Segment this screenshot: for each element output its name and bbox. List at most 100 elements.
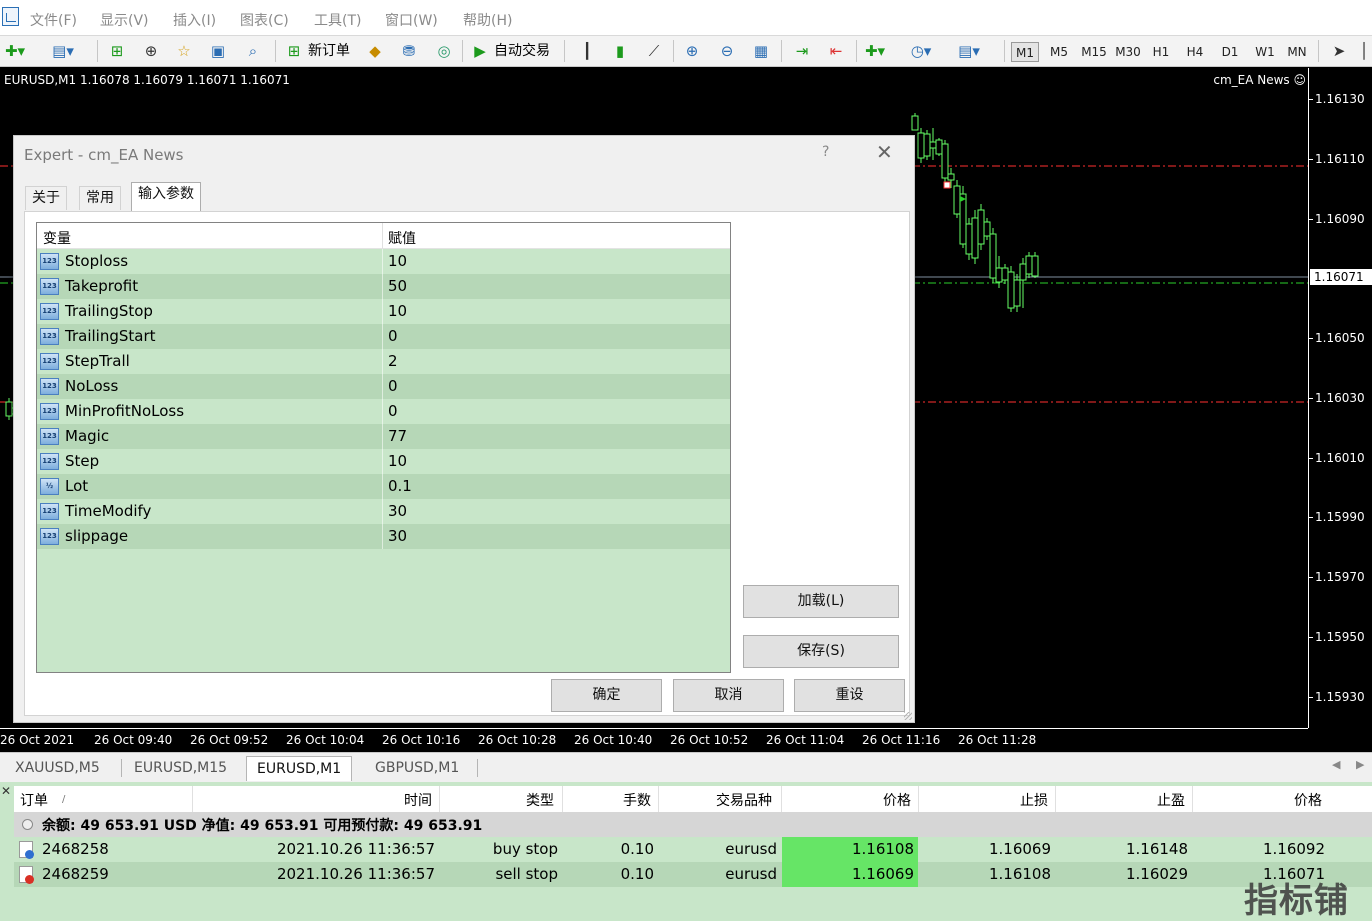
order-take-profit[interactable]: 1.16148	[1126, 840, 1188, 858]
scroll-left-icon[interactable]: ◀	[1332, 758, 1340, 771]
menu-tools[interactable]: 工具(T)	[314, 10, 361, 30]
timeframe-w1[interactable]: W1	[1251, 42, 1279, 62]
timeframe-h1[interactable]: H1	[1147, 42, 1175, 62]
new-chart-icon[interactable]: ✚▾	[4, 40, 26, 62]
navigator-icon[interactable]: ▣	[207, 40, 229, 62]
order-row[interactable]: 2468258 2021.10.26 11:36:57 buy stop 0.10 eu…	[14, 837, 1372, 862]
new-order-button[interactable]: 新订单	[308, 40, 350, 62]
param-row-takeprofit[interactable]: 123 Takeprofit 50	[37, 274, 730, 299]
param-value[interactable]: 0.1	[388, 477, 412, 495]
bar-chart-icon[interactable]: ┃	[576, 40, 598, 62]
order-row[interactable]: 2468259 2021.10.26 11:36:57 sell stop 0.10 e…	[14, 862, 1372, 887]
param-row-step[interactable]: 123 Step 10	[37, 449, 730, 474]
order-price[interactable]: 1.16069	[852, 865, 914, 883]
param-value[interactable]: 10	[388, 452, 407, 470]
timeframe-mn[interactable]: MN	[1283, 42, 1311, 62]
menu-insert[interactable]: 插入(I)	[173, 10, 216, 30]
input-parameters-table[interactable]: 变量 赋值 123 Stoploss 10 123 Takeprofit 50 123 Tra…	[36, 222, 731, 673]
column-time[interactable]: 时间	[404, 790, 432, 810]
save-button[interactable]: 保存(S)	[743, 635, 899, 668]
market-icon[interactable]: ◎	[433, 40, 455, 62]
chart-shift-icon[interactable]: ⇥	[791, 40, 813, 62]
param-value[interactable]: 30	[388, 527, 407, 545]
timeframe-m30[interactable]: M30	[1113, 42, 1143, 62]
timeframe-d1[interactable]: D1	[1216, 42, 1244, 62]
chart-tab-xauusd-m5[interactable]: XAUUSD,M5	[15, 758, 100, 780]
menu-charts[interactable]: 图表(C)	[240, 10, 289, 30]
timeframe-m5[interactable]: M5	[1045, 42, 1073, 62]
expert-advisor-label[interactable]: cm_EA News ☺	[1213, 73, 1306, 87]
chart-tab-eurusd-m1[interactable]: EURUSD,M1	[246, 756, 353, 781]
param-row-steptrall[interactable]: 123 StepTrall 2	[37, 349, 730, 374]
order-stop-loss[interactable]: 1.16108	[989, 865, 1051, 883]
cancel-button[interactable]: 取消	[673, 679, 784, 712]
autoscroll-icon[interactable]: ⇤	[825, 40, 847, 62]
templates-icon[interactable]: ▤▾	[958, 40, 980, 62]
column-current-price[interactable]: 价格	[1294, 790, 1322, 810]
tab-common[interactable]: 常用	[79, 186, 121, 210]
param-row-noloss[interactable]: 123 NoLoss 0	[37, 374, 730, 399]
auto-trading-button[interactable]: 自动交易	[494, 40, 550, 62]
column-stop-loss[interactable]: 止损	[1020, 790, 1048, 810]
column-take-profit[interactable]: 止盈	[1157, 790, 1185, 810]
chart-tab-eurusd-m15[interactable]: EURUSD,M15	[134, 758, 227, 780]
help-icon[interactable]: ?	[822, 144, 829, 160]
param-row-magic[interactable]: 123 Magic 77	[37, 424, 730, 449]
column-variable[interactable]: 变量	[43, 228, 71, 248]
balance-summary-row[interactable]: 余额: 49 653.91 USD 净值: 49 653.91 可用预付款: 4…	[14, 812, 1372, 837]
column-lots[interactable]: 手数	[623, 790, 651, 810]
auto-trading-icon[interactable]: ▶	[469, 40, 491, 62]
order-take-profit[interactable]: 1.16029	[1126, 865, 1188, 883]
param-value[interactable]: 0	[388, 327, 398, 345]
tile-windows-icon[interactable]: ▦	[750, 40, 772, 62]
column-type[interactable]: 类型	[526, 790, 554, 810]
sort-icon[interactable]: /	[62, 794, 65, 805]
ok-button[interactable]: 确定	[551, 679, 662, 712]
zoom-in-icon[interactable]: ⊕	[681, 40, 703, 62]
param-value[interactable]: 10	[388, 252, 407, 270]
timeframe-m1[interactable]: M1	[1011, 42, 1039, 62]
param-value[interactable]: 0	[388, 402, 398, 420]
price-axis[interactable]: 1.16130 1.16110 1.16090 1.16071 1.16050 …	[1308, 68, 1372, 728]
favorites-icon[interactable]: ☆	[173, 40, 195, 62]
param-value[interactable]: 0	[388, 377, 398, 395]
indicators-icon[interactable]: ✚▾	[864, 40, 886, 62]
tab-inputs[interactable]: 输入参数	[131, 182, 201, 211]
profiles-icon[interactable]: ▤▾	[52, 40, 74, 62]
order-stop-loss[interactable]: 1.16069	[989, 840, 1051, 858]
close-icon[interactable]: ✕	[876, 142, 893, 162]
menu-view[interactable]: 显示(V)	[100, 10, 149, 30]
column-price[interactable]: 价格	[883, 790, 911, 810]
zoom-out-icon[interactable]: ⊖	[716, 40, 738, 62]
param-row-trailingstart[interactable]: 123 TrailingStart 0	[37, 324, 730, 349]
metaeditor-icon[interactable]: ◆	[364, 40, 386, 62]
load-button[interactable]: 加载(L)	[743, 585, 899, 618]
menu-help[interactable]: 帮助(H)	[463, 10, 512, 30]
candlestick-icon[interactable]: ▮	[609, 40, 631, 62]
periods-clock-icon[interactable]: ◷▾	[910, 40, 932, 62]
tab-about[interactable]: 关于	[25, 186, 67, 210]
param-row-stoploss[interactable]: 123 Stoploss 10	[37, 249, 730, 274]
cursor-icon[interactable]: ➤	[1328, 40, 1350, 62]
time-axis[interactable]: 26 Oct 2021 26 Oct 09:40 26 Oct 09:52 26…	[0, 728, 1308, 752]
param-value[interactable]: 2	[388, 352, 398, 370]
timeframe-m15[interactable]: M15	[1079, 42, 1109, 62]
param-row-timemodify[interactable]: 123 TimeModify 30	[37, 499, 730, 524]
param-row-trailingstop[interactable]: 123 TrailingStop 10	[37, 299, 730, 324]
vertical-line-icon[interactable]: │	[1357, 40, 1371, 62]
menu-window[interactable]: 窗口(W)	[385, 10, 438, 30]
param-value[interactable]: 77	[388, 427, 407, 445]
param-row-lot[interactable]: ½ Lot 0.1	[37, 474, 730, 499]
close-icon[interactable]: ✕	[1, 784, 11, 798]
timeframe-h4[interactable]: H4	[1181, 42, 1209, 62]
chart-tab-gbpusd-m1[interactable]: GBPUSD,M1	[375, 758, 459, 780]
param-row-slippage[interactable]: 123 slippage 30	[37, 524, 730, 549]
resize-grip[interactable]	[904, 712, 912, 720]
tester-icon[interactable]: ⌕	[242, 40, 264, 62]
column-symbol[interactable]: 交易品种	[716, 790, 772, 810]
signals-icon[interactable]: ⛃	[398, 40, 420, 62]
menu-file[interactable]: 文件(F)	[30, 10, 77, 30]
reset-button[interactable]: 重设	[794, 679, 905, 712]
scroll-right-icon[interactable]: ▶	[1356, 758, 1364, 771]
crosshair-icon[interactable]: ⊕	[140, 40, 162, 62]
